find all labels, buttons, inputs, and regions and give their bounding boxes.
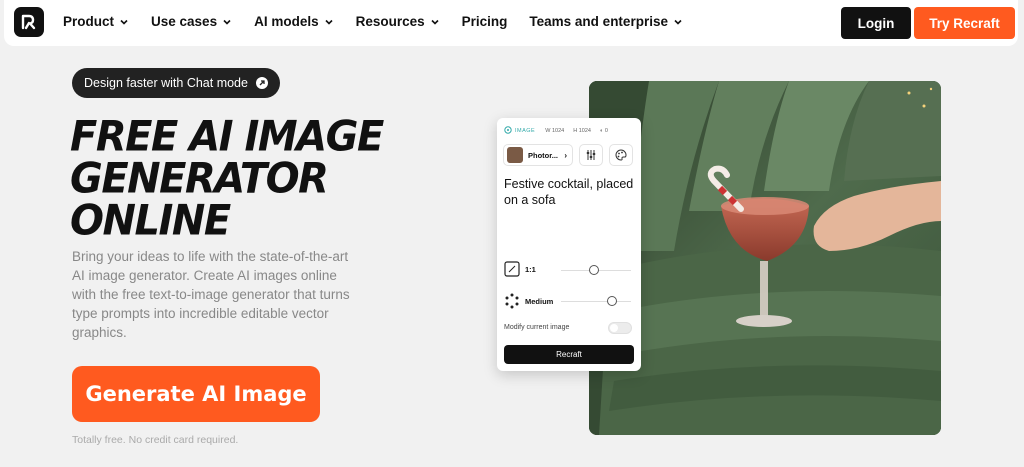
menu-item-label: Product xyxy=(63,14,115,29)
height-text: 1024 xyxy=(578,128,591,134)
height-value: H 1024 xyxy=(573,128,591,134)
menu-item-teams-enterprise[interactable]: Teams and enterprise xyxy=(529,14,683,29)
hero-description: Bring your ideas to life with the state-… xyxy=(72,249,350,340)
chevron-down-icon xyxy=(430,17,440,27)
image-mode-icon[interactable] xyxy=(504,126,512,136)
chevron-down-icon xyxy=(324,17,334,27)
menu-item-label: Pricing xyxy=(461,14,508,29)
quality-slider-handle[interactable] xyxy=(607,296,617,306)
width-text: 1024 xyxy=(551,128,565,134)
mode-label[interactable]: IMAGE xyxy=(515,128,535,134)
quality-label: Medium xyxy=(525,296,554,306)
chevron-down-icon xyxy=(222,17,232,27)
style-label: Photor... xyxy=(528,150,558,160)
prompt-input[interactable]: Festive cocktail, placed on a sofa xyxy=(504,176,634,208)
modify-image-label: Modify current image xyxy=(504,324,570,331)
title-line: GENERATOR xyxy=(70,154,329,204)
quality-dots-icon xyxy=(505,293,519,309)
arrow-up-right-icon xyxy=(255,77,268,89)
count-text: 0 xyxy=(604,128,608,134)
palette-icon xyxy=(615,149,627,161)
menu-item-label: Teams and enterprise xyxy=(529,14,668,29)
aspect-ratio-icon xyxy=(504,261,520,277)
menu-item-label: Use cases xyxy=(151,14,218,29)
menu-item-resources[interactable]: Resources xyxy=(356,14,440,29)
recraft-logo-icon[interactable] xyxy=(14,7,44,37)
login-button[interactable]: Login xyxy=(841,7,911,39)
menu-item-ai-models[interactable]: AI models xyxy=(254,14,334,29)
color-palette-button[interactable] xyxy=(609,144,633,166)
generator-panel: IMAGE W 1024 H 1024 ◐ 0 Photor... › Fest… xyxy=(497,118,641,371)
panel-header: IMAGE W 1024 H 1024 ◐ 0 xyxy=(504,125,634,137)
pill-label: Design faster with Chat mode xyxy=(84,76,248,90)
menu-item-use-cases[interactable]: Use cases xyxy=(151,14,232,29)
aspect-ratio-slider-handle[interactable] xyxy=(589,265,599,275)
width-value: W 1024 xyxy=(545,128,565,134)
free-note: Totally free. No credit card required. xyxy=(72,434,239,446)
aspect-ratio-row: 1:1 xyxy=(504,260,633,278)
count-value: ◐ 0 xyxy=(599,128,608,134)
quality-track[interactable] xyxy=(561,301,631,302)
chat-mode-pill-link[interactable]: Design faster with Chat mode xyxy=(72,68,280,98)
main-menu: Product Use cases AI models Resources Pr… xyxy=(63,14,705,29)
chevron-right-icon: › xyxy=(564,151,567,160)
recraft-submit-button[interactable]: Recraft xyxy=(504,345,634,364)
style-thumbnail xyxy=(507,147,523,163)
adjust-settings-button[interactable] xyxy=(579,144,603,166)
sliders-icon xyxy=(586,150,596,160)
modify-image-toggle[interactable] xyxy=(608,322,632,334)
title-line: FREE AI IMAGE xyxy=(70,112,384,162)
top-navbar: Product Use cases AI models Resources Pr… xyxy=(4,0,1018,46)
style-selector[interactable]: Photor... › xyxy=(503,144,573,166)
page-title: FREE AI IMAGE GENERATOR ONLINE xyxy=(70,116,490,242)
aspect-ratio-label: 1:1 xyxy=(525,264,536,274)
try-recraft-button[interactable]: Try Recraft xyxy=(914,7,1015,39)
menu-item-product[interactable]: Product xyxy=(63,14,129,29)
generate-ai-image-button[interactable]: Generate AI Image xyxy=(72,366,320,422)
title-line: ONLINE xyxy=(70,196,231,246)
chevron-down-icon xyxy=(673,17,683,27)
menu-item-label: Resources xyxy=(355,14,425,29)
cocktail-photo xyxy=(589,81,941,435)
menu-item-pricing[interactable]: Pricing xyxy=(462,14,508,29)
menu-item-label: AI models xyxy=(254,14,319,29)
chevron-down-icon xyxy=(119,17,129,27)
